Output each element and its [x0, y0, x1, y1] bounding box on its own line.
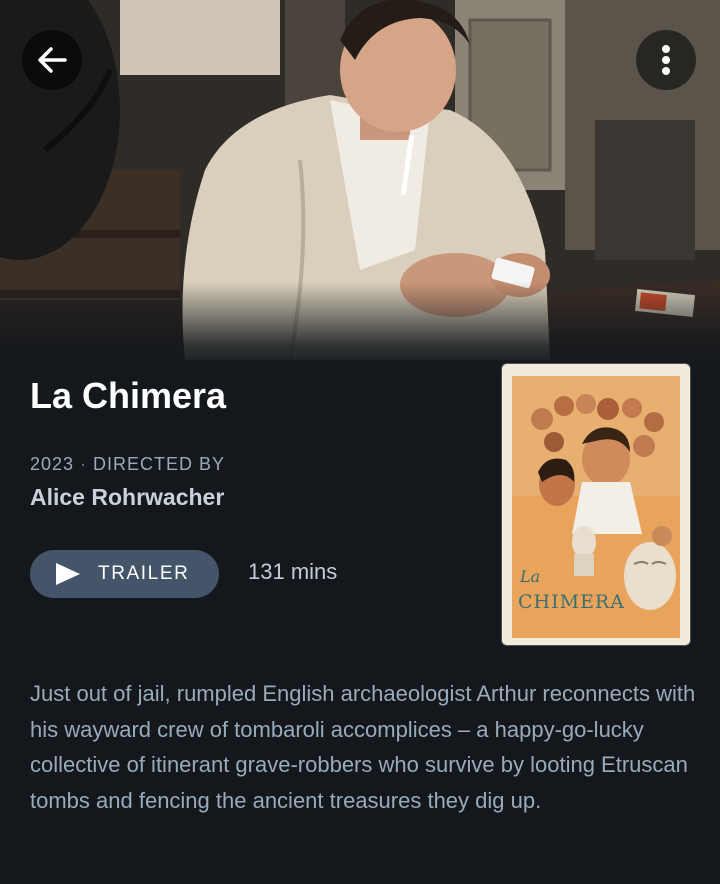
directed-by-label: DIRECTED BY — [93, 454, 226, 474]
film-poster[interactable]: La CHIMERA — [502, 364, 690, 645]
film-title: La Chimera — [30, 375, 227, 416]
arrow-left-icon — [38, 47, 67, 73]
release-year[interactable]: 2023 — [30, 454, 74, 474]
backdrop-gradient — [0, 282, 720, 372]
backdrop-image — [0, 0, 720, 372]
film-meta: 2023 · DIRECTED BY — [30, 454, 225, 475]
director-name[interactable]: Alice Rohrwacher — [30, 484, 224, 511]
poster-logo-line2: CHIMERA — [518, 591, 625, 613]
trailer-label: TRAILER — [98, 563, 190, 584]
trailer-button[interactable]: TRAILER — [30, 550, 219, 598]
back-button[interactable] — [22, 30, 82, 90]
play-icon — [56, 563, 80, 585]
vertical-dots-icon — [662, 45, 670, 75]
poster-art: La CHIMERA — [502, 364, 690, 645]
meta-separator: · — [80, 454, 88, 474]
film-synopsis: Just out of jail, rumpled English archae… — [30, 681, 696, 813]
poster-logo-line1: La — [519, 567, 540, 586]
more-options-button[interactable] — [636, 30, 696, 90]
runtime: 131 mins — [248, 559, 338, 584]
